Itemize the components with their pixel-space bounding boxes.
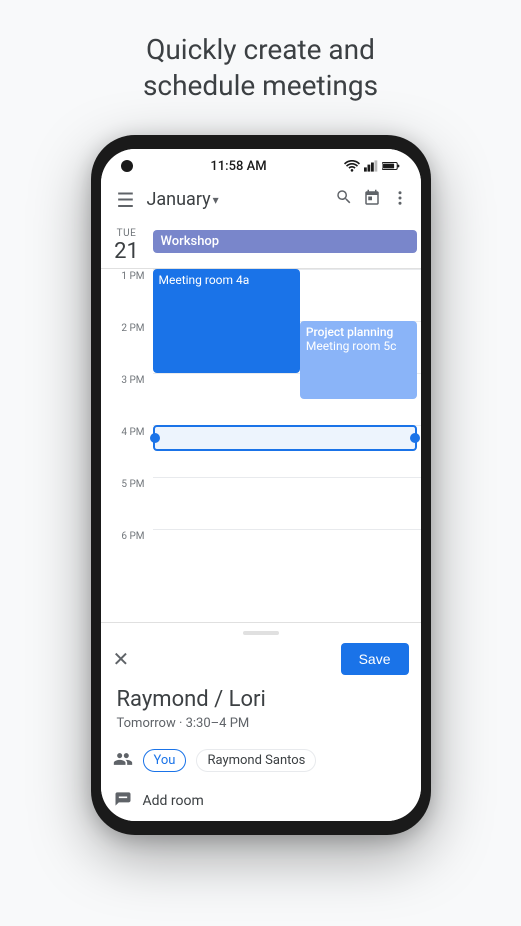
month-selector[interactable]: January ▾ — [146, 189, 326, 210]
phone-mockup: 11:58 AM — [91, 135, 431, 835]
status-time: 11:58 AM — [210, 159, 266, 174]
attendee-chip-raymond[interactable]: Raymond Santos — [196, 749, 316, 772]
header-icons — [335, 188, 409, 211]
app-header: ☰ January ▾ — [101, 178, 421, 222]
more-vert-icon[interactable] — [391, 189, 409, 211]
time-label: 4 PM — [101, 425, 153, 477]
month-label: January — [146, 189, 210, 210]
time-grid: 1 PM 2 PM 3 PM 4 PM 5 PM — [101, 269, 421, 581]
time-label: 2 PM — [101, 321, 153, 373]
add-room-text: Add room — [143, 793, 204, 809]
event-meeting-room[interactable]: Meeting room 4a — [153, 269, 300, 373]
signal-icon — [364, 160, 378, 172]
battery-icon — [382, 161, 400, 171]
day-header: TUE 21 Workshop — [101, 222, 421, 269]
phone-screen: 11:58 AM — [101, 149, 421, 821]
event-title-display: Raymond / Lori — [101, 683, 421, 714]
event-subtitle: Meeting room 5c — [306, 339, 411, 353]
time-label: 1 PM — [101, 269, 153, 321]
time-label: 5 PM — [101, 477, 153, 529]
bottom-header: ✕ Save — [101, 639, 421, 683]
front-camera — [121, 160, 133, 172]
wifi-icon — [344, 160, 360, 172]
close-icon[interactable]: ✕ — [113, 647, 130, 671]
day-label: TUE 21 — [101, 226, 153, 264]
bottom-panel: ✕ Save Raymond / Lori Tomorrow · 3:30–4 … — [101, 622, 421, 821]
chevron-down-icon: ▾ — [213, 193, 219, 207]
day-name: TUE — [117, 228, 137, 239]
attendees-icon — [113, 749, 133, 773]
all-day-area: Workshop — [153, 226, 421, 257]
new-event-selection[interactable] — [153, 425, 417, 451]
page-title: Quickly create and schedule meetings — [103, 0, 418, 125]
all-day-event-workshop[interactable]: Workshop — [153, 230, 417, 253]
save-button[interactable]: Save — [341, 643, 409, 675]
status-bar: 11:58 AM — [101, 149, 421, 178]
drag-handle — [101, 623, 421, 639]
drag-bar — [243, 631, 279, 635]
event-project-planning[interactable]: Project planning Meeting room 5c — [300, 321, 417, 399]
hamburger-icon[interactable]: ☰ — [113, 184, 139, 216]
status-icons — [344, 160, 400, 172]
attendees-row: You Raymond Santos — [101, 741, 421, 781]
event-time-display: Tomorrow · 3:30–4 PM — [101, 714, 421, 741]
time-label: 6 PM — [101, 529, 153, 581]
time-label: 3 PM — [101, 373, 153, 425]
search-icon[interactable] — [335, 188, 353, 211]
attendee-chip-you[interactable]: You — [143, 749, 187, 772]
room-icon — [113, 789, 133, 813]
selection-handle-right[interactable] — [410, 433, 420, 443]
day-number: 21 — [114, 239, 139, 264]
calendar-area: TUE 21 Workshop 1 PM 2 PM — [101, 222, 421, 622]
event-layer: Meeting room 4a Project planning Meeting… — [153, 269, 421, 581]
event-title: Meeting room 4a — [159, 273, 294, 287]
calendar-view-icon[interactable] — [363, 189, 381, 211]
event-title: Project planning — [306, 325, 411, 339]
add-room-row[interactable]: Add room — [101, 781, 421, 821]
selection-handle-left[interactable] — [150, 433, 160, 443]
